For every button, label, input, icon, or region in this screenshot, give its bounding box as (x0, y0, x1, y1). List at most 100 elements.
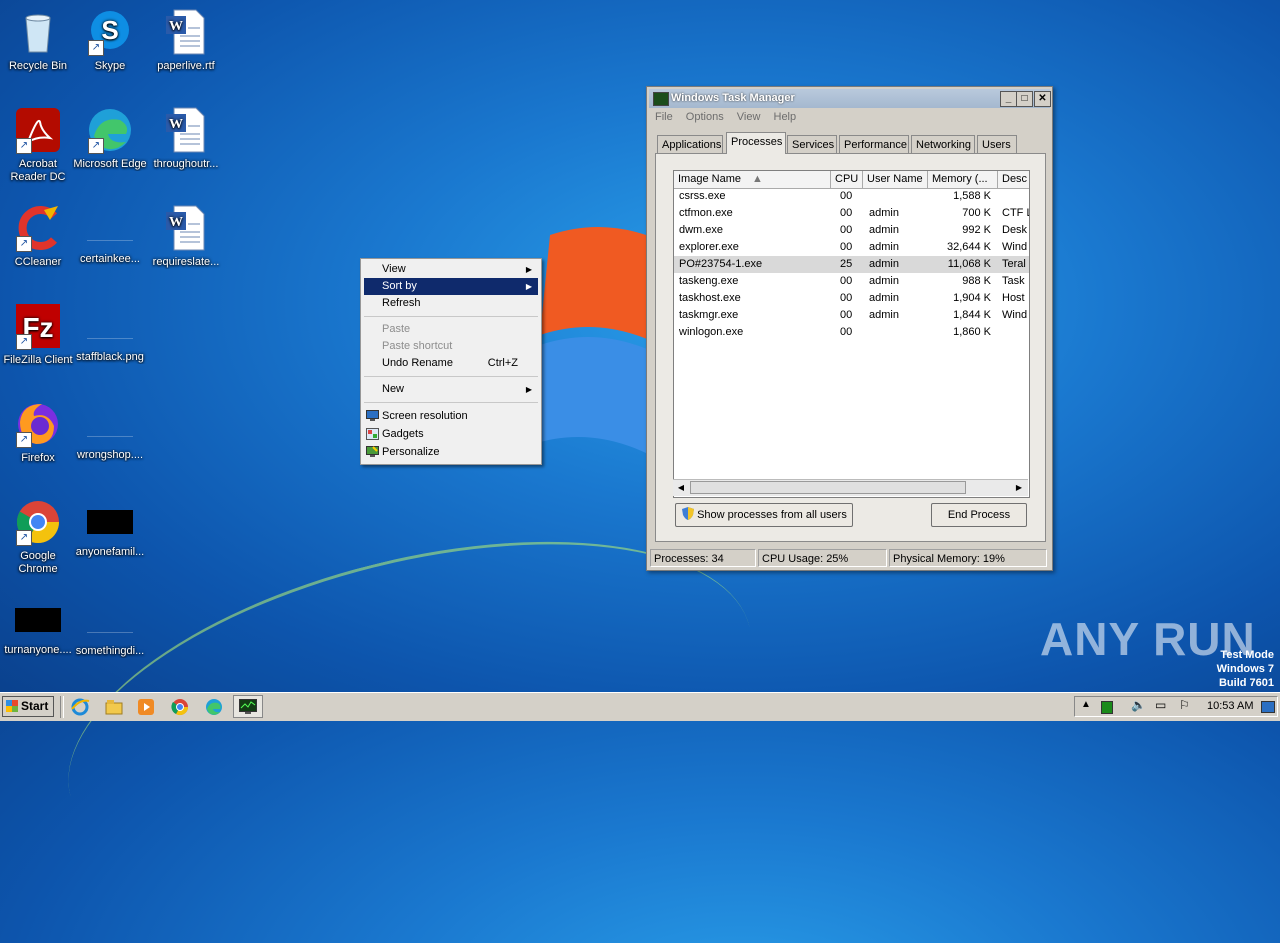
desktop-icon-filezilla[interactable]: Fz ↗ FileZilla Client (0, 302, 76, 367)
scroll-left-arrow-icon[interactable]: ◀ (674, 481, 688, 495)
taskbar-clock[interactable]: 10:53 AM (1207, 700, 1253, 712)
desktop-icon-acrobat[interactable]: ↗ Acrobat Reader DC (0, 106, 76, 184)
horizontal-scrollbar[interactable]: ◀ ▶ (673, 479, 1028, 496)
desktop-icon-staffblack[interactable]: staffblack.png (72, 302, 148, 364)
maximize-button[interactable]: □ (1016, 91, 1033, 107)
media-player-icon[interactable] (136, 697, 156, 717)
desktop-icon-label: turnanyone.... (4, 644, 72, 656)
menu-item-undo-rename[interactable]: Undo Rename Ctrl+Z (364, 355, 538, 372)
tab-performance[interactable]: Performance (839, 135, 909, 153)
desktop-icon-recycle-bin[interactable]: Recycle Bin (0, 8, 76, 73)
desktop-icon-label: Acrobat Reader DC (10, 158, 66, 183)
menu-item-refresh[interactable]: Refresh (364, 295, 538, 312)
column-header-user-name[interactable]: User Name (863, 171, 928, 188)
show-hidden-icons-button[interactable]: ▲ (1081, 699, 1091, 710)
desktop-icon-label: FileZilla Client (3, 354, 73, 366)
task-manager-taskbar-icon (239, 699, 257, 714)
process-row[interactable]: taskeng.exe 00 admin 988 K Task (674, 273, 1029, 290)
process-row[interactable]: taskmgr.exe 00 admin 1,844 K Wind (674, 307, 1029, 324)
close-button[interactable]: ✕ (1034, 91, 1051, 107)
tab-users[interactable]: Users (977, 135, 1017, 153)
speaker-icon[interactable]: 🔈 (1131, 698, 1146, 712)
status-physical-memory: Physical Memory: 19% (889, 549, 1047, 567)
desktop-icon-chrome[interactable]: ↗ Google Chrome (0, 498, 76, 576)
process-description: Teral (1002, 258, 1026, 270)
menu-item-label: Refresh (382, 297, 421, 309)
process-list: Image Name ▲ CPU User Name Memory (... D… (673, 170, 1030, 498)
tab-services[interactable]: Services (787, 135, 837, 153)
desktop-icon-label: throughoutr... (153, 158, 219, 170)
file-explorer-icon[interactable] (104, 697, 124, 717)
desktop-icon-firefox[interactable]: ↗ Firefox (0, 400, 76, 465)
column-header-cpu[interactable]: CPU (831, 171, 863, 188)
tab-networking[interactable]: Networking (911, 135, 975, 153)
title-bar[interactable]: Windows Task Manager _ □ ✕ (649, 89, 1051, 108)
start-button[interactable]: Start (2, 696, 54, 717)
task-manager-taskbar-button[interactable] (233, 695, 263, 718)
menu-item-view[interactable]: View ▶ (364, 261, 538, 278)
menu-help[interactable]: Help (774, 111, 797, 123)
process-row[interactable]: taskhost.exe 00 admin 1,904 K Host (674, 290, 1029, 307)
column-header-description[interactable]: Desc (998, 171, 1029, 188)
sort-ascending-icon: ▲ (752, 173, 763, 185)
desktop-icon-label: requireslate... (152, 256, 220, 268)
process-name: ctfmon.exe (679, 207, 733, 219)
menu-item-screen-resolution[interactable]: Screen resolution (364, 408, 538, 425)
process-user: admin (869, 292, 899, 304)
process-user: admin (869, 275, 899, 287)
desktop-icon-skype[interactable]: S ↗ Skype (72, 8, 148, 73)
chrome-taskbar-icon[interactable] (170, 697, 190, 717)
desktop-icon-paperlive[interactable]: W paperlive.rtf (148, 8, 224, 73)
process-row[interactable]: ctfmon.exe 00 admin 700 K CTF L (674, 205, 1029, 222)
desktop-icon-throughoutr[interactable]: W throughoutr... (148, 106, 224, 171)
show-all-processes-button[interactable]: Show processes from all users (675, 503, 853, 527)
menu-item-gadgets[interactable]: Gadgets (364, 426, 538, 443)
end-process-button[interactable]: End Process (931, 503, 1027, 527)
desktop-icon-requireslate[interactable]: W requireslate... (148, 204, 224, 269)
network-status-icon[interactable] (1101, 701, 1113, 714)
process-row[interactable]: winlogon.exe 00 1,860 K (674, 324, 1029, 341)
desktop-icon-anyonefamil[interactable]: anyonefamil... (72, 498, 148, 559)
desktop-context-menu: View ▶ Sort by ▶ Refresh Paste Paste sho… (360, 258, 542, 465)
tab-processes[interactable]: Processes (726, 132, 786, 154)
menu-item-personalize[interactable]: Personalize (364, 444, 538, 461)
menu-view[interactable]: View (737, 111, 761, 123)
process-row[interactable]: dwm.exe 00 admin 992 K Desk (674, 222, 1029, 239)
edge-taskbar-icon[interactable] (204, 697, 224, 717)
internet-explorer-icon[interactable] (70, 697, 90, 717)
menu-options[interactable]: Options (686, 111, 724, 123)
process-name: taskmgr.exe (679, 309, 739, 321)
process-cpu: 00 (840, 190, 853, 202)
process-name: PO#23754-1.exe (679, 258, 763, 270)
tab-applications[interactable]: Applications (657, 135, 723, 153)
desktop-icon-label: Recycle Bin (8, 60, 68, 72)
column-header-label: Image Name (678, 173, 741, 185)
menu-file[interactable]: File (655, 111, 673, 123)
menu-item-sort-by[interactable]: Sort by ▶ (364, 278, 538, 295)
scroll-right-arrow-icon[interactable]: ▶ (1012, 481, 1026, 495)
desktop-icon-edge[interactable]: ↗ Microsoft Edge (72, 106, 148, 171)
desktop-icon-ccleaner[interactable]: ↗ CCleaner (0, 204, 76, 269)
menu-item-new[interactable]: New ▶ (364, 381, 538, 398)
file-thumbnail (87, 510, 133, 534)
desktop-icon-turnanyone[interactable]: turnanyone.... (0, 596, 76, 657)
column-header-memory[interactable]: Memory (... (928, 171, 998, 188)
column-header-image-name[interactable]: Image Name ▲ (674, 171, 831, 188)
desktop-icon-label: anyonefamil... (75, 546, 145, 558)
task-manager-icon (653, 92, 669, 106)
desktop-icon-wrongshop[interactable]: wrongshop.... (72, 400, 148, 462)
shortcut-arrow-icon: ↗ (16, 530, 32, 546)
process-row-selected[interactable]: PO#23754-1.exe 25 admin 11,068 K Teral (674, 256, 1029, 273)
process-row[interactable]: explorer.exe 00 admin 32,644 K Wind (674, 239, 1029, 256)
show-desktop-icon[interactable] (1261, 701, 1275, 713)
desktop-icon-certainkee[interactable]: certainkee... (72, 204, 148, 266)
scrollbar-thumb[interactable] (690, 481, 966, 494)
process-row[interactable]: csrss.exe 00 1,588 K (674, 188, 1029, 205)
process-memory: 1,860 K (953, 326, 991, 338)
monitor-icon (366, 410, 379, 421)
taskbar: Start ▲ 🔈 ▭ ⚐ 10:53 AM (0, 692, 1280, 721)
network-icon[interactable]: ▭ (1155, 698, 1166, 712)
minimize-button[interactable]: _ (1000, 91, 1017, 107)
desktop-icon-somethingdi[interactable]: somethingdi... (72, 596, 148, 658)
action-center-flag-icon[interactable]: ⚐ (1179, 698, 1190, 712)
